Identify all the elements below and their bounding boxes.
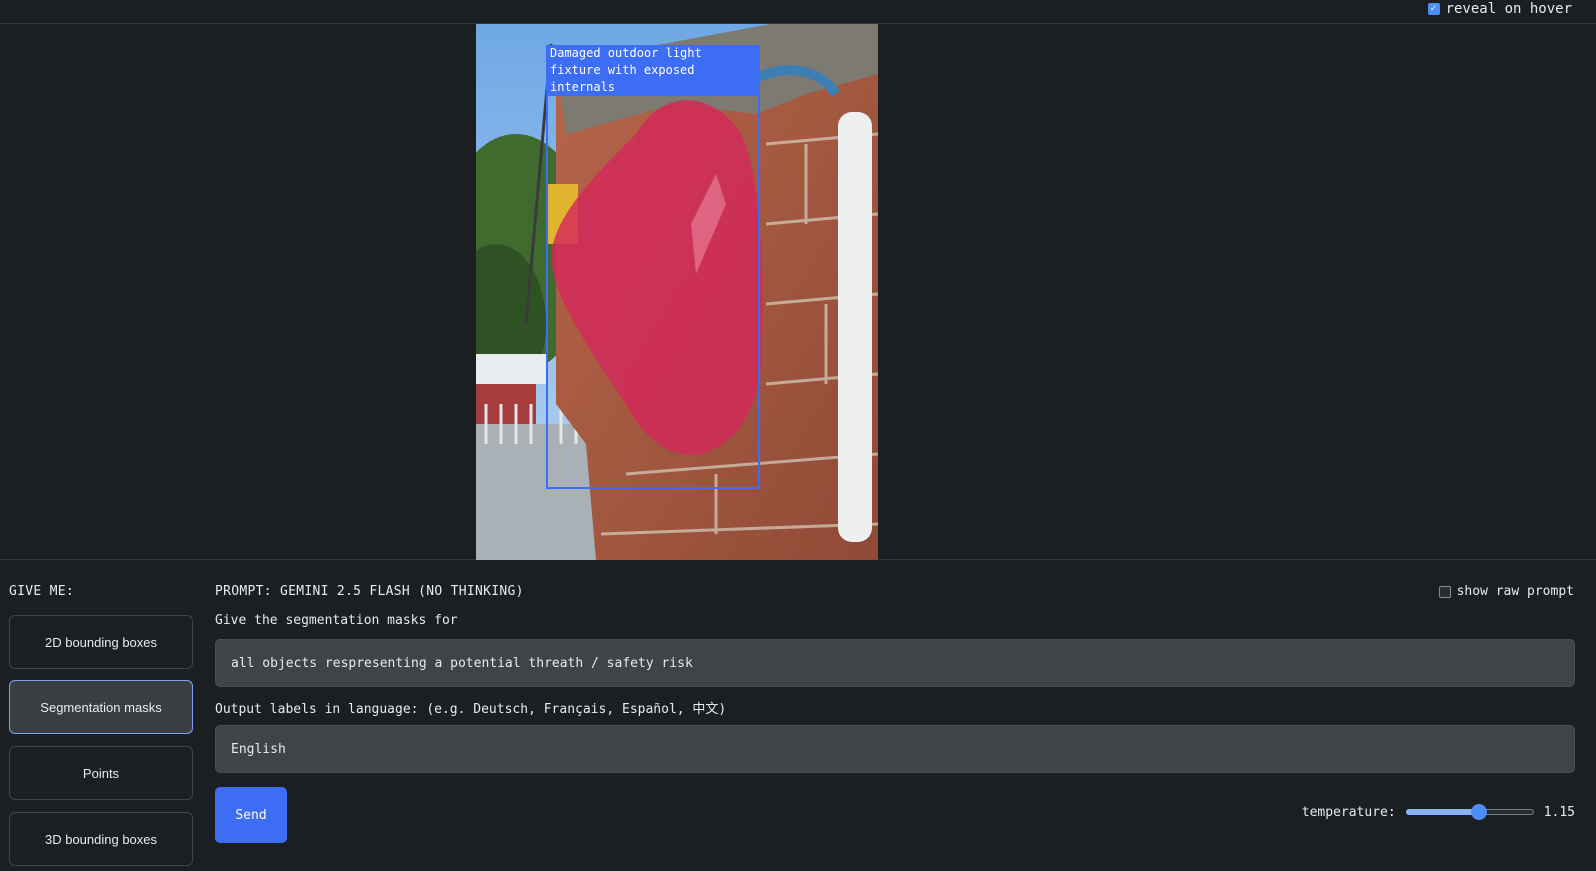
language-label: Output labels in language: (e.g. Deutsch… bbox=[215, 702, 727, 717]
give-me-title: GIVE ME: bbox=[9, 584, 75, 599]
show-raw-prompt-checkbox[interactable] bbox=[1438, 585, 1451, 598]
temperature-value: 1.15 bbox=[1543, 804, 1575, 820]
send-button[interactable]: Send bbox=[215, 787, 287, 843]
temperature-slider[interactable] bbox=[1405, 803, 1534, 821]
reveal-on-hover-label: reveal on hover bbox=[1445, 1, 1572, 17]
mode-button-3d-bounding-boxes[interactable]: 3D bounding boxes bbox=[9, 812, 193, 866]
reveal-on-hover-checkbox[interactable]: ✓ bbox=[1427, 3, 1440, 15]
top-bar: ✓ reveal on hover bbox=[0, 0, 1596, 24]
mode-button-2d-bounding-boxes[interactable]: 2D bounding boxes bbox=[9, 615, 193, 669]
temperature-label: temperature: bbox=[1301, 804, 1396, 820]
photo-preview: Damaged outdoor light fixture with expos… bbox=[476, 24, 878, 560]
language-input[interactable]: English bbox=[215, 725, 1575, 773]
query-input[interactable]: all objects respresenting a potential th… bbox=[215, 639, 1575, 687]
show-raw-prompt-toggle[interactable]: show raw prompt bbox=[1438, 584, 1574, 599]
temperature-slider-thumb[interactable] bbox=[1471, 804, 1488, 820]
mode-button-segmentation-masks[interactable]: Segmentation masks bbox=[9, 680, 193, 734]
reveal-on-hover-toggle[interactable]: ✓ reveal on hover bbox=[1427, 0, 1572, 18]
temperature-control: temperature: 1.15 bbox=[1302, 803, 1575, 821]
show-raw-prompt-label: show raw prompt bbox=[1456, 584, 1574, 599]
image-stage: Damaged outdoor light fixture with expos… bbox=[0, 24, 1596, 560]
mode-button-points[interactable]: Points bbox=[9, 746, 193, 800]
prompt-instruction: Give the segmentation masks for bbox=[215, 613, 458, 628]
temperature-slider-fill bbox=[1405, 809, 1480, 815]
detection-box bbox=[546, 45, 760, 489]
control-panel: GIVE ME: 2D bounding boxes Segmentation … bbox=[0, 560, 1596, 871]
prompt-title: PROMPT: GEMINI 2.5 FLASH (NO THINKING) bbox=[215, 584, 524, 599]
detection-label: Damaged outdoor light fixture with expos… bbox=[546, 45, 760, 96]
